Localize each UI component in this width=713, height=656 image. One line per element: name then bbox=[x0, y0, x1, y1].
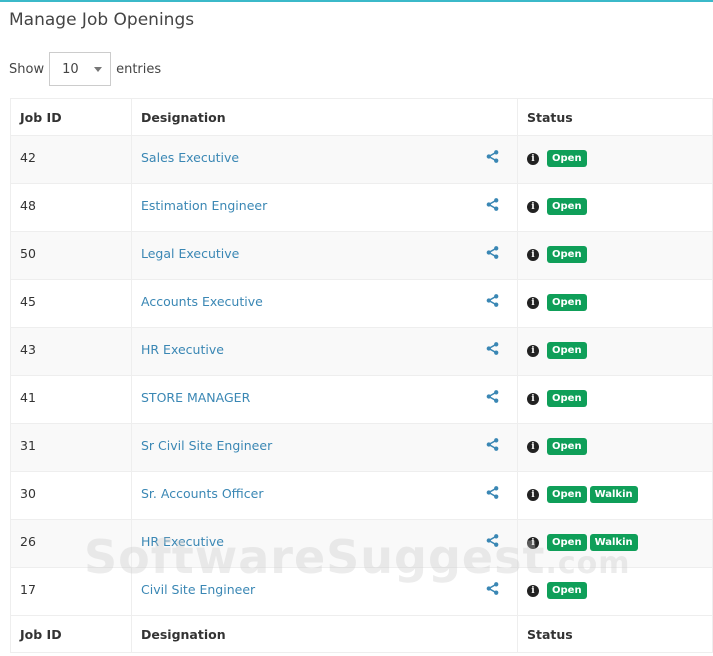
designation-cell: HR Executive bbox=[131, 519, 518, 568]
status-badge: Open bbox=[547, 534, 587, 551]
entries-select[interactable]: 10 bbox=[49, 52, 112, 86]
col-status[interactable]: Status bbox=[517, 98, 713, 136]
designation-link[interactable]: Sr. Accounts Officer bbox=[141, 486, 263, 501]
share-icon[interactable] bbox=[486, 150, 499, 166]
table-row: 31 Sr Civil Site Engineer i Open bbox=[10, 423, 713, 472]
job-id: 42 bbox=[10, 135, 132, 184]
share-icon[interactable] bbox=[486, 198, 499, 214]
job-id: 17 bbox=[10, 567, 132, 616]
designation-link[interactable]: Civil Site Engineer bbox=[141, 582, 255, 597]
designation-cell: STORE MANAGER bbox=[131, 375, 518, 424]
chevron-down-icon bbox=[94, 67, 103, 72]
share-icon[interactable] bbox=[486, 294, 499, 310]
info-icon[interactable]: i bbox=[527, 392, 539, 405]
table-row: 30 Sr. Accounts Officer i Open Walkin bbox=[10, 471, 713, 520]
info-icon[interactable]: i bbox=[527, 440, 539, 453]
info-icon[interactable]: i bbox=[527, 152, 539, 165]
designation-cell: Legal Executive bbox=[131, 231, 518, 280]
share-icon[interactable] bbox=[486, 246, 499, 262]
status-badge: Walkin bbox=[589, 486, 638, 503]
designation-cell: Sr. Accounts Officer bbox=[131, 471, 518, 520]
table-row: 17 Civil Site Engineer i Open bbox=[10, 567, 713, 616]
designation-link[interactable]: Sr Civil Site Engineer bbox=[141, 438, 272, 453]
designation-link[interactable]: Estimation Engineer bbox=[141, 198, 267, 213]
status-cell: i Open bbox=[517, 279, 713, 328]
status-cell: i Open bbox=[517, 375, 713, 424]
designation-link[interactable]: STORE MANAGER bbox=[141, 390, 250, 405]
table-row: 50 Legal Executive i Open bbox=[10, 231, 713, 280]
status-cell: i Open bbox=[517, 135, 713, 184]
status-cell: i Open bbox=[517, 567, 713, 616]
designation-cell: Sr Civil Site Engineer bbox=[131, 423, 518, 472]
foot-designation: Designation bbox=[131, 615, 518, 653]
job-id: 48 bbox=[10, 183, 132, 232]
status-cell: i Open bbox=[517, 231, 713, 280]
page-title: Manage Job Openings bbox=[9, 10, 195, 30]
info-icon[interactable]: i bbox=[527, 296, 539, 309]
status-badge: Open bbox=[547, 246, 587, 263]
share-icon[interactable] bbox=[486, 582, 499, 598]
status-cell: i Open Walkin bbox=[517, 471, 713, 520]
share-icon[interactable] bbox=[486, 390, 499, 406]
info-icon[interactable]: i bbox=[527, 584, 539, 597]
job-openings-table: Job ID Designation Status 42 Sales Execu… bbox=[10, 98, 713, 653]
table-row: 43 HR Executive i Open bbox=[10, 327, 713, 376]
designation-cell: Accounts Executive bbox=[131, 279, 518, 328]
share-icon[interactable] bbox=[486, 534, 499, 550]
status-cell: i Open bbox=[517, 423, 713, 472]
info-icon[interactable]: i bbox=[527, 488, 539, 501]
designation-link[interactable]: HR Executive bbox=[141, 342, 224, 357]
status-cell: i Open bbox=[517, 327, 713, 376]
status-cell: i Open bbox=[517, 183, 713, 232]
table-row: 26 HR Executive i Open Walkin bbox=[10, 519, 713, 568]
table-row: 42 Sales Executive i Open bbox=[10, 135, 713, 184]
status-badge: Open bbox=[547, 150, 587, 167]
info-icon[interactable]: i bbox=[527, 536, 539, 549]
designation-cell: Civil Site Engineer bbox=[131, 567, 518, 616]
designation-link[interactable]: Accounts Executive bbox=[141, 294, 263, 309]
designation-cell: Estimation Engineer bbox=[131, 183, 518, 232]
status-badge: Open bbox=[547, 198, 587, 215]
status-badge: Open bbox=[547, 294, 587, 311]
status-cell: i Open Walkin bbox=[517, 519, 713, 568]
info-icon[interactable]: i bbox=[527, 200, 539, 213]
job-id: 45 bbox=[10, 279, 132, 328]
designation-link[interactable]: HR Executive bbox=[141, 534, 224, 549]
job-id: 41 bbox=[10, 375, 132, 424]
designation-link[interactable]: Legal Executive bbox=[141, 246, 239, 261]
show-label: Show bbox=[9, 61, 45, 77]
job-id: 30 bbox=[10, 471, 132, 520]
share-icon[interactable] bbox=[486, 438, 499, 454]
designation-link[interactable]: Sales Executive bbox=[141, 150, 239, 165]
designation-cell: HR Executive bbox=[131, 327, 518, 376]
entries-select-value: 10 bbox=[62, 61, 79, 77]
foot-status: Status bbox=[517, 615, 713, 653]
status-badge: Open bbox=[547, 390, 587, 407]
job-id: 31 bbox=[10, 423, 132, 472]
entries-length-control: Show 10 entries bbox=[9, 52, 161, 86]
info-icon[interactable]: i bbox=[527, 248, 539, 261]
table-row: 45 Accounts Executive i Open bbox=[10, 279, 713, 328]
job-id: 43 bbox=[10, 327, 132, 376]
status-badge: Open bbox=[547, 486, 587, 503]
job-id: 26 bbox=[10, 519, 132, 568]
table-row: 41 STORE MANAGER i Open bbox=[10, 375, 713, 424]
share-icon[interactable] bbox=[486, 486, 499, 502]
table-row: 48 Estimation Engineer i Open bbox=[10, 183, 713, 232]
job-id: 50 bbox=[10, 231, 132, 280]
status-badge: Walkin bbox=[589, 534, 638, 551]
status-badge: Open bbox=[547, 342, 587, 359]
designation-cell: Sales Executive bbox=[131, 135, 518, 184]
status-badge: Open bbox=[547, 582, 587, 599]
entries-label: entries bbox=[116, 61, 162, 77]
share-icon[interactable] bbox=[486, 342, 499, 358]
status-badge: Open bbox=[547, 438, 587, 455]
foot-job-id: Job ID bbox=[10, 615, 132, 653]
info-icon[interactable]: i bbox=[527, 344, 539, 357]
col-job-id[interactable]: Job ID bbox=[10, 98, 132, 136]
col-designation[interactable]: Designation bbox=[131, 98, 518, 136]
